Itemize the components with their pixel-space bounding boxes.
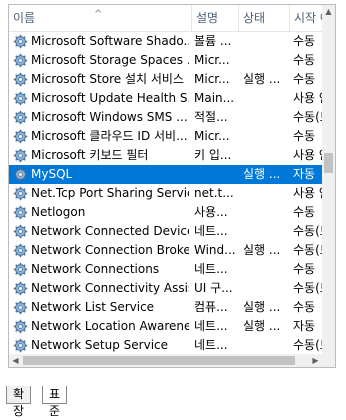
table-row[interactable]: Microsoft 키보드 필터키 입...사용 안 [9,146,322,165]
service-name: Microsoft Storage Spaces ... [31,51,189,70]
table-row[interactable]: Microsoft 클라우드 ID 서비...Micr...수동 [9,127,322,146]
table-row[interactable]: Network Setup Service네트...수동(트 [9,336,322,355]
vertical-scroll-thumb[interactable] [324,153,333,173]
service-description: 네트... [194,222,240,241]
table-row[interactable]: Microsoft Windows SMS ...적절...수동(트 [9,108,322,127]
service-status: 실행 ... [243,165,289,184]
service-description: net.t... [194,184,240,203]
service-description: Wind... [194,241,240,260]
table-row[interactable]: Network Connection BrokerWind...실행 ...수동… [9,241,322,260]
service-name: Microsoft Windows SMS ... [31,108,189,127]
service-name: Microsoft Store 설치 서비스 [31,70,189,89]
service-name: Network Connection Broker [31,241,189,260]
tab-extended[interactable]: 확장 [6,386,31,404]
service-description: 네트... [194,336,240,355]
scroll-left-icon[interactable]: ◀ [9,354,22,367]
service-status: 실행 ... [243,241,289,260]
service-name: Network List Service [31,298,189,317]
service-name: Netlogon [31,203,189,222]
service-name: MySQL [31,165,189,184]
table-row[interactable]: Network Connected Device...네트...수동(트 [9,222,322,241]
service-description: 사용... [194,203,240,222]
table-row[interactable]: Microsoft Software Shado...볼륨 ...수동 [9,32,322,51]
column-status-header[interactable]: 상태 [239,5,290,31]
service-description: Main... [194,89,240,108]
horizontal-scrollbar[interactable]: ◀ ▶ [9,354,322,367]
service-name: Microsoft Update Health S... [31,89,189,108]
table-row[interactable]: Microsoft Store 설치 서비스Micr...실행 ...수동 [9,70,322,89]
service-status: 실행 ... [243,317,289,336]
scroll-right-icon[interactable]: ▶ [309,354,322,367]
table-row[interactable]: Netlogon사용...수동 [9,203,322,222]
service-description: Micr... [194,70,240,89]
service-name: Microsoft 클라우드 ID 서비... [31,127,189,146]
service-name: Network Connectivity Assis... [31,279,189,298]
service-description: Micr... [194,127,240,146]
service-status: 실행 ... [243,70,289,89]
column-desc-header[interactable]: 설명 [192,5,239,31]
table-row[interactable]: MySQL실행 ...자동 [9,165,322,184]
column-name-header[interactable]: 이름 ^ [9,5,192,31]
sort-ascending-icon: ^ [94,5,102,28]
service-name: Net.Tcp Port Sharing Service [31,184,189,203]
scroll-up-icon[interactable]: ▲ [322,5,335,18]
vertical-scrollbar[interactable]: ▲ ▼ [322,5,335,367]
services-list[interactable]: 이름 ^ 설명 상태 시작 여 Microsoft Software Shado… [8,4,336,368]
column-name-label: 이름 [13,11,35,25]
service-name: Microsoft Software Shado... [31,32,189,51]
service-description: 키 입... [194,146,240,165]
service-description: UI 구... [194,279,240,298]
service-name: Network Setup Service [31,336,189,355]
table-row[interactable]: Network Location Awareness네트...실행 ...자동 [9,317,322,336]
service-description: 볼륨 ... [194,32,240,51]
service-name: Network Connected Device... [31,222,189,241]
table-row[interactable]: Network List Service컴퓨...실행 ...수동 [9,298,322,317]
column-desc-label: 설명 [196,11,218,25]
table-row[interactable]: Net.Tcp Port Sharing Servicenet.t...사용 안 [9,184,322,203]
service-name: Network Location Awareness [31,317,189,336]
column-header: 이름 ^ 설명 상태 시작 여 [9,5,335,32]
scrollbar-corner [322,354,335,367]
service-description: 적절... [194,108,240,127]
service-name: Microsoft 키보드 필터 [31,146,189,165]
service-description: 네트... [194,317,240,336]
tab-standard[interactable]: 표준 [42,386,67,404]
table-row[interactable]: Microsoft Update Health S...Main...사용 안 [9,89,322,108]
table-row[interactable]: Network Connectivity Assis...UI 구...수동(트 [9,279,322,298]
service-description: 컴퓨... [194,298,240,317]
horizontal-scroll-thumb[interactable] [23,356,295,365]
table-row[interactable]: Microsoft Storage Spaces ...Micr...수동 [9,51,322,70]
service-description: 네트... [194,260,240,279]
column-status-label: 상태 [243,11,265,25]
service-name: Network Connections [31,260,189,279]
service-status: 실행 ... [243,298,289,317]
table-row[interactable]: Network Connections네트...수동 [9,260,322,279]
service-description: Micr... [194,51,240,70]
service-rows: Microsoft Software Shado...볼륨 ...수동Micro… [9,32,322,368]
